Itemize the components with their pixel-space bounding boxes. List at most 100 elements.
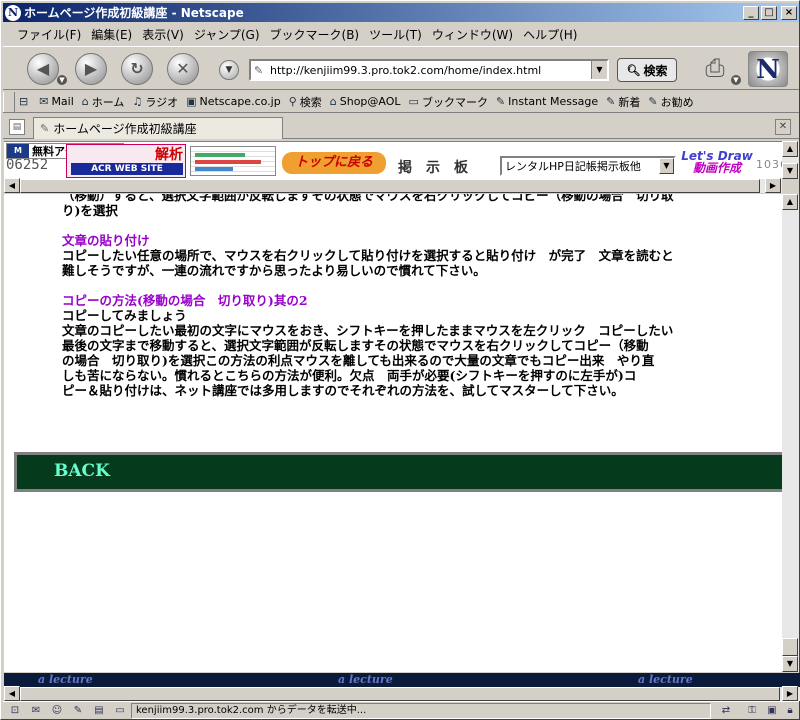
history-dropdown-icon[interactable]: ▼ [219,60,239,80]
minimize-button[interactable]: _ [743,5,759,20]
toolbar-item-home[interactable]: ⌂ ホーム [82,94,125,110]
url-text[interactable]: http://kenjiim99.3.pro.tok2.com/home/ind… [270,64,591,77]
back-arrow-icon[interactable]: ◀ [27,53,59,85]
url-field[interactable]: ✎ http://kenjiim99.3.pro.tok2.com/home/i… [249,59,609,81]
menu-go[interactable]: ジャンプ(G) [194,26,260,43]
acr-heading: 解析 [155,147,183,163]
menu-edit[interactable]: 編集(E) [91,26,132,43]
lesson-text: （移動）すると、選択文字範囲が反転しますその状態でマウスを右クリックしてコピー（… [62,194,762,398]
acr-banner[interactable]: 解析 ACR WEB SITE [66,144,186,178]
menu-help[interactable]: ヘルプ(H) [523,26,577,43]
section-heading-paste: 文章の貼り付け [62,233,150,248]
scroll-down-icon[interactable]: ▼ [782,656,798,672]
top-frame-horizontal-scrollbar[interactable]: ◀ ▶ [4,178,782,193]
print-dropdown[interactable]: ▼ [731,75,741,85]
recommend-icon: ✎ [648,95,658,108]
text-line: コピーしたい任意の場所で、マウスを右クリックして貼り付けを選択すると貼り付け が… [62,248,674,263]
lecture-banner: a lecture [38,673,93,686]
lock-icon[interactable]: 🔒︎ [781,704,799,718]
search-button[interactable]: 🔍︎ 検索 [617,58,677,82]
graph-bar [195,160,261,164]
page-icon: ✎ [40,122,50,135]
reload-icon[interactable]: ↻ [121,53,153,85]
search-icon: ⚲ [288,95,297,108]
text-line: の場合 切り取り)を選択この方法の利点マウスを離しても出来るので大量の文章でもコ… [62,353,655,368]
close-tab-icon[interactable]: ✕ [775,119,791,135]
menu-file[interactable]: ファイル(F) [17,26,81,43]
bookmark-icon: ▭ [408,95,419,108]
back-link-bar[interactable]: BACK [14,452,782,492]
service-select[interactable]: レンタルHP日記帳掲示板他 ▼ [500,156,676,176]
scroll-thumb[interactable] [20,687,780,701]
scroll-right-icon[interactable]: ▶ [765,178,781,193]
back-history-dropdown[interactable]: ▼ [57,75,67,85]
forward-arrow-icon[interactable]: ▶ [75,53,107,85]
scroll-left-icon[interactable]: ◀ [4,686,20,701]
main-frame-scrollbar[interactable]: ▲ ▼ [782,194,799,672]
tab-current[interactable]: ✎ ホームページ作成初級講座 [33,117,283,139]
tab-label: ホームページ作成初級講座 [53,122,197,136]
lets-draw-banner[interactable]: Let's Draw 動画作成 [680,150,754,178]
print-icon[interactable]: ⎙ [699,53,731,83]
graph-bar [195,153,245,157]
back-link[interactable]: BACK [54,461,110,481]
board-label: 掲示板 [398,160,482,176]
search-button-label: 検索 [643,63,668,78]
scroll-up-icon[interactable]: ▲ [782,194,798,210]
graph-bar [195,167,233,171]
chevron-down-icon[interactable]: ▼ [659,158,674,174]
clipped-banner-text: 1036 [756,158,782,171]
instant-message-icon[interactable]: ☺ [48,704,66,718]
new-icon: ✎ [606,95,616,108]
security-icon[interactable]: ⚿ [743,704,761,718]
scroll-down-icon[interactable]: ▼ [782,163,798,179]
scroll-thumb[interactable] [20,179,760,193]
toolbar-item-instant-message[interactable]: ✎ Instant Message [496,95,598,108]
navigation-toolbar: ◀ ▼ ▶ ↻ ✕ ▼ ✎ http://kenjiim99.3.pro.tok… [3,46,799,90]
graph-banner[interactable] [190,146,276,176]
top-frame-scrollbar[interactable]: ▲ ▼ [782,141,799,179]
toolbar-item-bookmarks[interactable]: ▭ ブックマーク [409,94,488,110]
scroll-thumb[interactable] [782,638,798,656]
sidebar-toggle-icon[interactable]: ▤ [9,119,25,135]
page-icon[interactable]: ▭ [111,704,129,718]
scroll-up-icon[interactable]: ▲ [782,141,798,157]
text-line: 最後の文字まで移動すると、選択文字範囲が反転しますその状態でマウスを右クリックし… [62,338,649,353]
toolbar-item-radio[interactable]: ♫ ラジオ [132,94,178,110]
back-to-top-button[interactable]: トップに戻る [282,152,386,174]
popup-icon[interactable]: ▣ [763,704,781,718]
navigator-icon[interactable]: ⊡ [6,704,24,718]
title-bar[interactable]: N ホームページ作成初級講座 - Netscape _ □ × [3,3,799,22]
lets-draw-subtitle: 動画作成 [692,161,741,175]
composer-icon[interactable]: ✎ [69,704,87,718]
text-line: ピー＆貼り付けは、ネット講座では多用しますのでそれぞれの方法を、試してマスターし… [62,383,624,398]
toolbar-item-shop[interactable]: ⌂ Shop@AOL [330,95,401,108]
scroll-right-icon[interactable]: ▶ [782,686,798,701]
toolbar-item-search[interactable]: ⚲ 検索 [289,94,322,110]
mail-icon[interactable]: ✉ [27,704,45,718]
bottom-frame-horizontal-scrollbar[interactable]: ◀ ▶ [4,686,800,701]
mail-icon: ✉ [39,95,49,108]
address-book-icon[interactable]: ▤ [90,704,108,718]
toolbar-item-mail[interactable]: ✉ Mail [39,95,74,108]
close-button[interactable]: × [781,5,797,20]
home-icon: ⌂ [81,95,89,108]
url-dropdown-icon[interactable]: ▼ [591,61,607,79]
menu-view[interactable]: 表示(V) [142,26,184,43]
menu-tools[interactable]: ツール(T) [369,26,422,43]
toolbar-menu-icon[interactable]: ⊟ [19,95,31,108]
status-message: kenjiim99.3.pro.tok2.com からデータを転送中... [131,703,711,719]
toolbar-item-netscape[interactable]: ▣ Netscape.co.jp [186,95,281,108]
maximize-button[interactable]: □ [761,5,777,20]
toolbar-item-new[interactable]: ✎ 新着 [606,94,640,110]
scroll-left-icon[interactable]: ◀ [4,178,20,193]
bottom-frame: a lecture a lecture a lecture [4,673,800,687]
text-line: 難しそうですが、一連の流れですから思ったより易しいので慣れて下さい。 [62,263,486,278]
menu-bookmarks[interactable]: ブックマーク(B) [270,26,360,43]
stop-icon[interactable]: ✕ [167,53,199,85]
toolbar-grip[interactable] [3,91,15,112]
section-heading-copy-method-2: コピーの方法(移動の場合 切り取り)其の2 [62,293,308,308]
menu-window[interactable]: ウィンドウ(W) [432,26,513,43]
radio-icon: ♫ [132,95,143,108]
toolbar-item-recommend[interactable]: ✎ お勧め [648,94,693,110]
